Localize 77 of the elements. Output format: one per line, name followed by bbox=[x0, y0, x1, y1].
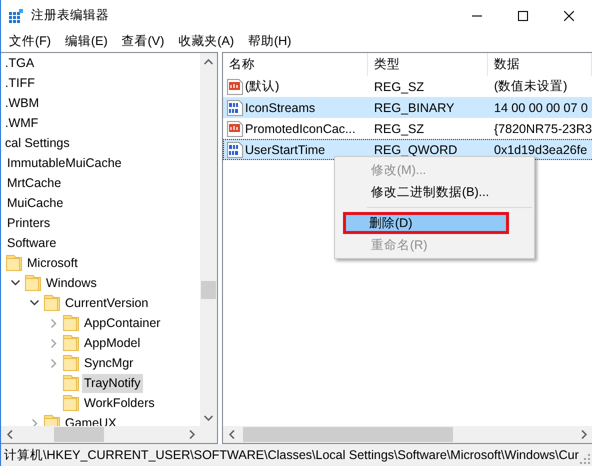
caret-left-icon bbox=[228, 430, 234, 439]
table-cell-text: (数值未设置) bbox=[493, 78, 568, 95]
table-row[interactable]: UserStartTime REG_QWORD 0x1d19d3ea26fe bbox=[223, 139, 592, 160]
maximize-icon bbox=[518, 10, 528, 20]
scrollbar-thumb[interactable] bbox=[243, 427, 453, 442]
tree-item[interactable]: AppModel bbox=[82, 334, 142, 352]
tree-item[interactable]: SyncMgr bbox=[82, 354, 136, 372]
table-cell-text: REG_SZ bbox=[373, 122, 426, 136]
menu-item[interactable]: 帮助(H) bbox=[242, 31, 296, 51]
chevron-right-icon[interactable] bbox=[50, 358, 56, 368]
folder-icon bbox=[63, 335, 79, 351]
folder-icon bbox=[6, 255, 22, 271]
tree-item[interactable]: .WBM bbox=[3, 94, 42, 112]
tree-item[interactable]: TrayNotify bbox=[82, 374, 142, 392]
menu-item[interactable]: 编辑(E) bbox=[60, 31, 113, 51]
status-path: 计算机\HKEY_CURRENT_USER\SOFTWARE\Classes\Local Settings\Software\Microsoft\Windows\Cur bbox=[3, 447, 579, 464]
table-cell-text: {7820NR75-23R3 bbox=[493, 122, 592, 136]
menu-item[interactable]: 查看(V) bbox=[116, 31, 170, 51]
string-value-icon bbox=[227, 120, 243, 136]
scrollbar-thumb[interactable] bbox=[54, 427, 104, 442]
chevron-down-icon[interactable] bbox=[11, 280, 20, 286]
menu-item[interactable]: 修改二进制数据(B)... bbox=[337, 181, 532, 203]
tree-item[interactable]: MrtCache bbox=[5, 174, 64, 192]
tree-item[interactable]: Printers bbox=[5, 214, 52, 232]
tree-item[interactable]: MuiCache bbox=[5, 194, 66, 212]
table-row[interactable]: IconStreams REG_BINARY 14 00 00 00 07 0 bbox=[223, 97, 592, 118]
caret-down-icon bbox=[204, 414, 213, 420]
table-cell: PromotedIconCac... bbox=[245, 122, 356, 136]
caret-right-icon bbox=[188, 430, 194, 439]
folder-icon bbox=[44, 295, 60, 311]
caret-up-icon bbox=[204, 58, 213, 64]
tree-item[interactable]: .WMF bbox=[3, 114, 40, 132]
table-cell-text: REG_BINARY bbox=[373, 100, 456, 114]
tree-item[interactable]: AppContainer bbox=[82, 314, 162, 332]
binary-value-icon bbox=[227, 142, 243, 158]
table-cell-text: REG_QWORD bbox=[373, 142, 458, 156]
menu-item[interactable]: 收藏夹(A) bbox=[173, 31, 239, 51]
chevron-right-icon[interactable] bbox=[32, 418, 38, 426]
column-header[interactable]: 名称 bbox=[223, 53, 368, 76]
string-value-icon bbox=[227, 78, 243, 94]
table-cell: UserStartTime bbox=[245, 142, 326, 156]
caret-left-icon bbox=[6, 430, 12, 439]
binary-value-icon bbox=[227, 100, 243, 116]
window-title: 注册表编辑器 bbox=[31, 7, 110, 24]
tree-item[interactable]: Microsoft bbox=[25, 254, 80, 272]
table-cell-text: 0x1d19d3ea26fe bbox=[493, 142, 588, 156]
menu-item[interactable]: 删除(D) bbox=[343, 212, 509, 234]
folder-icon bbox=[25, 275, 41, 291]
scrollbar-thumb[interactable] bbox=[201, 281, 216, 299]
chevron-right-icon[interactable] bbox=[50, 338, 56, 348]
folder-icon bbox=[63, 315, 79, 331]
folder-icon bbox=[63, 375, 79, 391]
column-header[interactable]: 类型 bbox=[368, 53, 488, 76]
folder-icon bbox=[63, 395, 79, 411]
menu-item[interactable]: 文件(F) bbox=[4, 31, 56, 51]
registry-icon bbox=[9, 8, 23, 22]
resize-grip-icon[interactable] bbox=[580, 454, 590, 464]
table-row[interactable]: (默认) REG_SZ (数值未设置) bbox=[223, 76, 592, 97]
tree-item[interactable]: cal Settings bbox=[3, 134, 72, 152]
chevron-down-icon[interactable] bbox=[30, 300, 39, 306]
table-cell: IconStreams bbox=[245, 100, 316, 114]
caret-right-icon bbox=[580, 430, 586, 439]
tree-item[interactable]: WorkFolders bbox=[82, 394, 157, 412]
tree-item[interactable]: Software bbox=[5, 234, 58, 252]
table-cell: (默认) bbox=[245, 78, 280, 95]
folder-icon bbox=[63, 355, 79, 371]
chevron-right-icon[interactable] bbox=[50, 318, 56, 328]
tree-item[interactable]: .TGA bbox=[3, 54, 36, 72]
table-cell-text: REG_SZ bbox=[373, 80, 426, 94]
tree-item[interactable]: Windows bbox=[44, 274, 99, 292]
table-row[interactable]: PromotedIconCac... REG_SZ {7820NR75-23R3 bbox=[223, 118, 592, 139]
tree-item[interactable]: .TIFF bbox=[3, 74, 37, 92]
column-header[interactable]: 数据 bbox=[488, 53, 592, 76]
table-cell-text: 14 00 00 00 07 0 bbox=[493, 100, 589, 114]
tree-item[interactable]: ImmutableMuiCache bbox=[5, 154, 124, 172]
tree-item[interactable]: CurrentVersion bbox=[63, 294, 150, 312]
close-icon bbox=[564, 10, 574, 20]
